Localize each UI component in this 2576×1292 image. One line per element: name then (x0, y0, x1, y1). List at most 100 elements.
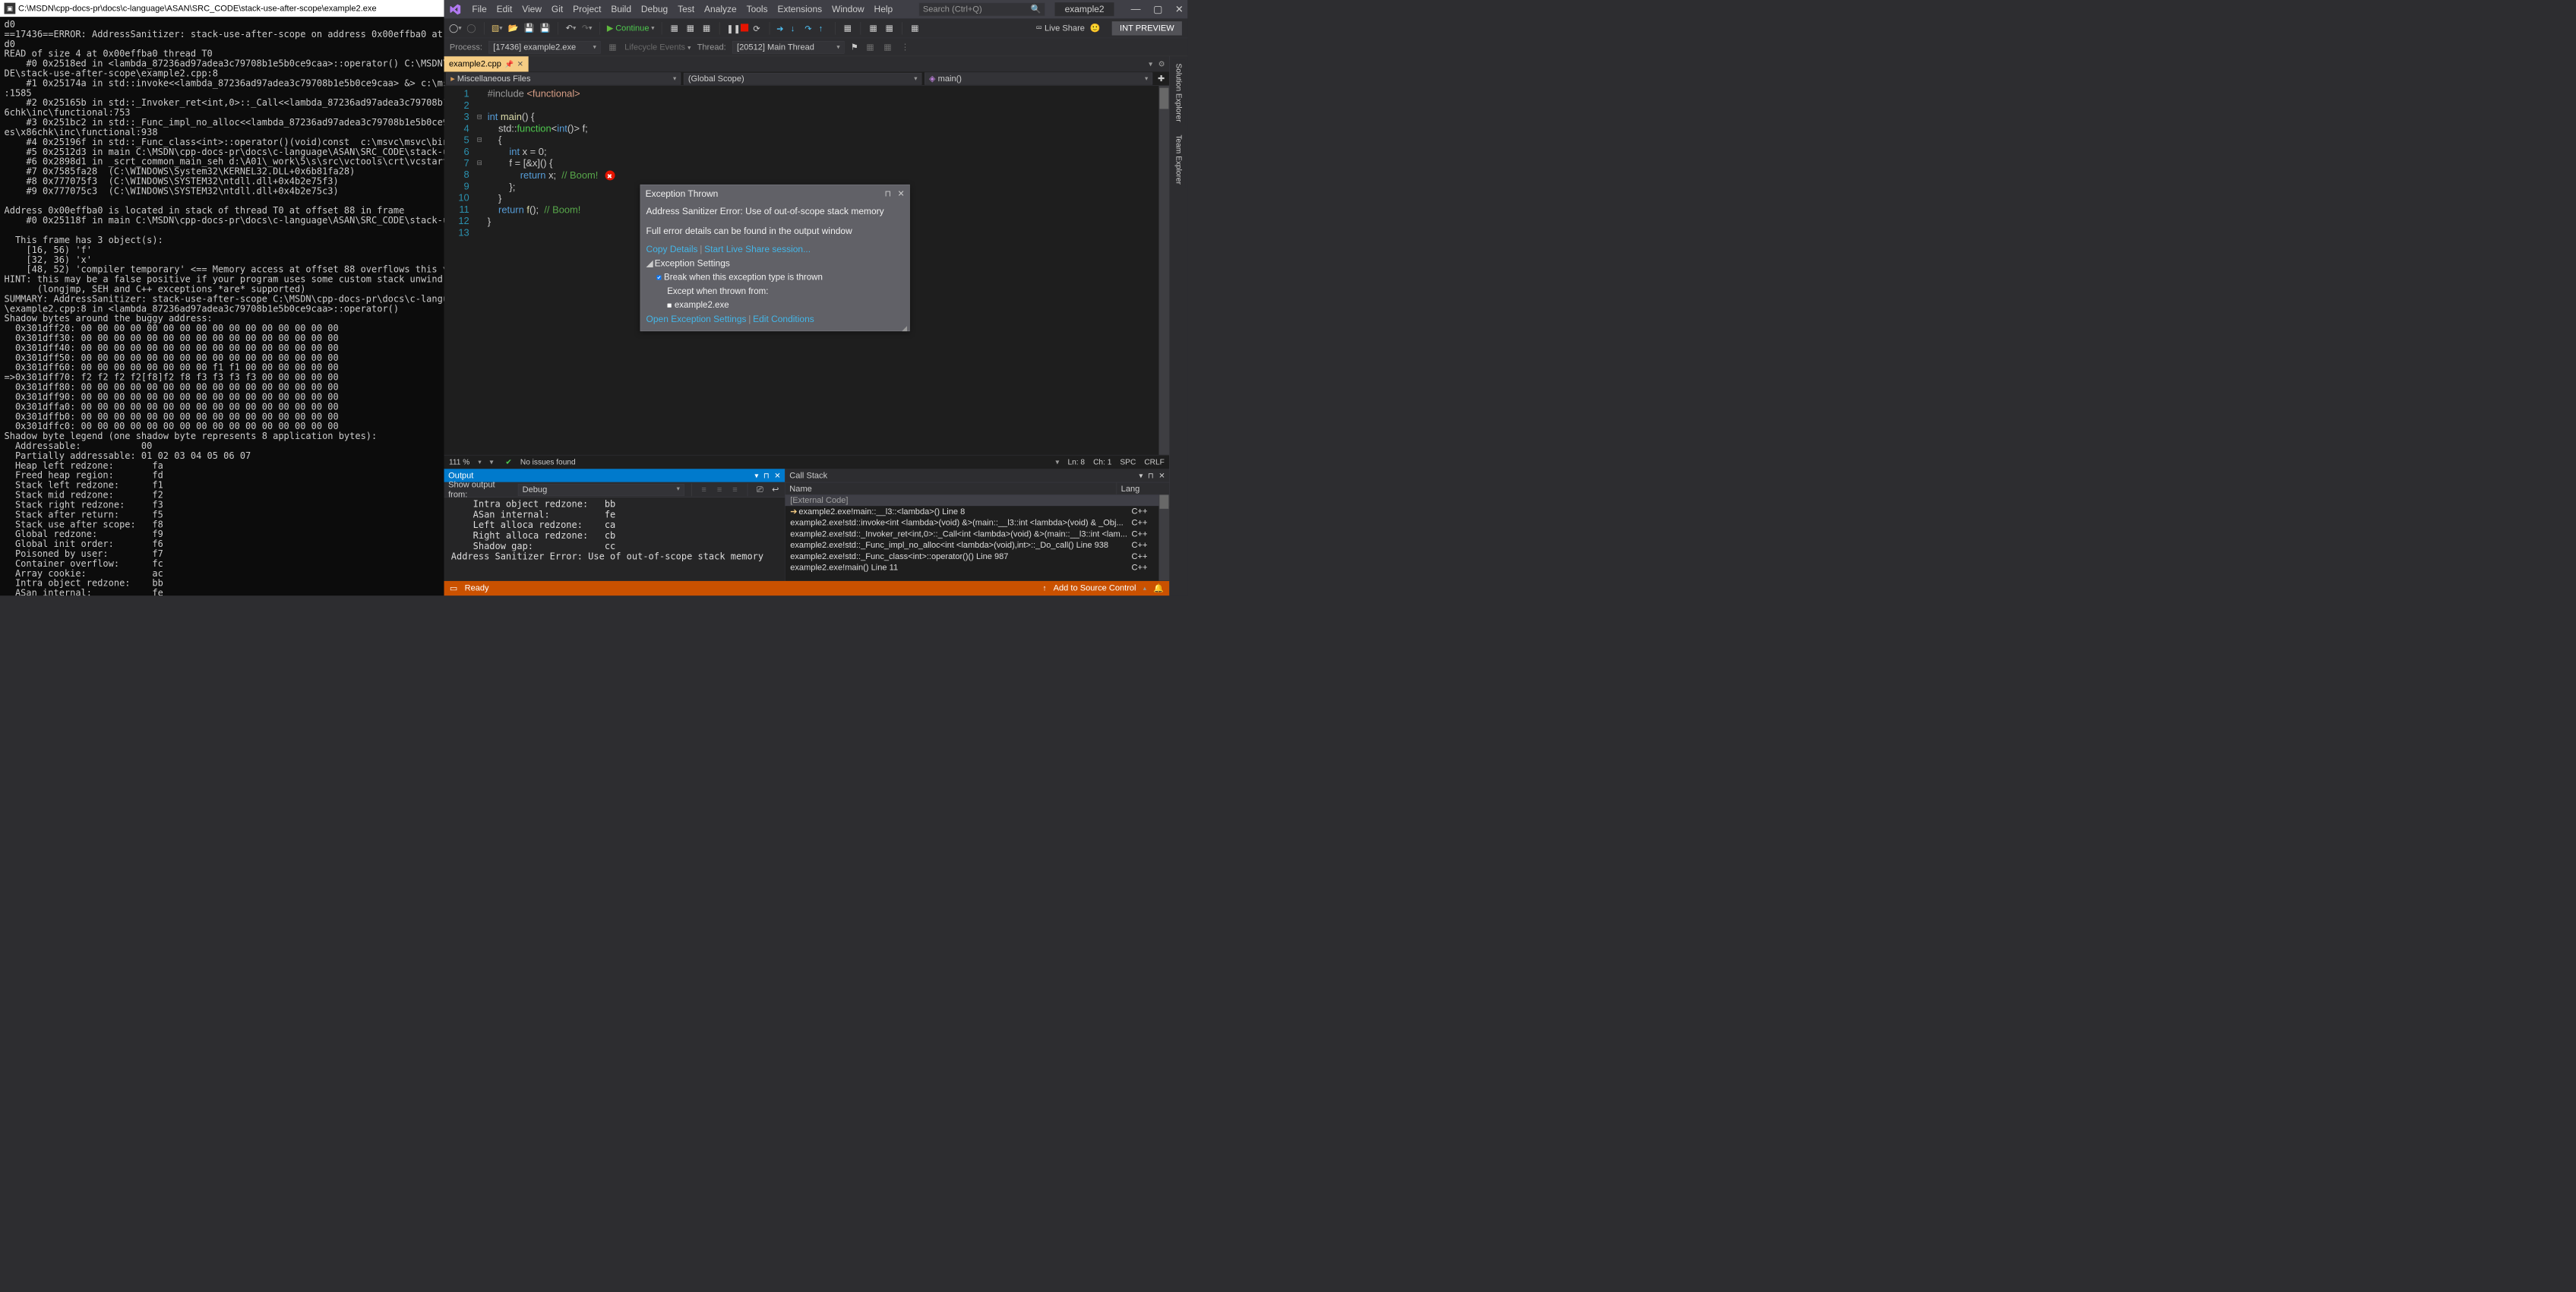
source-control-button[interactable]: Add to Source Control (1054, 583, 1136, 593)
settings-expander-icon[interactable]: ◢ (646, 257, 653, 268)
tab-close-icon[interactable]: ✕ (517, 59, 523, 68)
callstack-row[interactable]: [External Code] (785, 494, 1170, 506)
callstack-row[interactable]: example2.exe!std::invoke<int <lambda>(vo… (785, 517, 1170, 529)
feedback-icon[interactable]: 🙂 (1089, 23, 1101, 34)
crlf-indicator[interactable]: CRLF (1144, 457, 1164, 466)
menu-edit[interactable]: Edit (497, 4, 513, 14)
menu-extensions[interactable]: Extensions (777, 4, 822, 14)
callstack-row[interactable]: ➔example2.exe!main::__l3::<lambda>() Lin… (785, 506, 1170, 517)
restart-icon[interactable]: ⟳ (753, 24, 762, 33)
callstack-row[interactable]: example2.exe!main() Line 11C++ (785, 562, 1170, 573)
menu-build[interactable]: Build (611, 4, 631, 14)
line-indicator[interactable]: Ln: 8 (1067, 457, 1085, 466)
output-pin-icon[interactable]: ⊓ (763, 471, 770, 480)
tool-icon-c[interactable]: ▦ (701, 23, 713, 34)
lifecycle-icon[interactable]: ▦ (607, 42, 618, 53)
menu-file[interactable]: File (472, 4, 486, 14)
status-dropdown-icon[interactable]: ▾ (490, 457, 494, 466)
solution-explorer-tab[interactable]: Solution Explorer (1172, 60, 1186, 125)
nav-files-dropdown[interactable]: ▸ Miscellaneous Files▾ (446, 72, 681, 84)
stack-frame-icon2[interactable]: ▦ (882, 42, 893, 53)
cs-pin-icon[interactable]: ⊓ (1148, 471, 1154, 480)
popup-pin-icon[interactable]: ⊓ (885, 188, 892, 198)
stop-icon[interactable] (741, 24, 748, 31)
output-dropdown-icon[interactable]: ▾ (754, 471, 758, 480)
output-close-icon[interactable]: ✕ (774, 471, 780, 480)
nav-scope-dropdown[interactable]: (Global Scope)▾ (684, 73, 921, 85)
thread-dropdown[interactable]: [20512] Main Thread▾ (732, 41, 845, 54)
cs-dropdown-icon[interactable]: ▾ (1139, 471, 1143, 480)
col-indicator[interactable]: Ch: 1 (1093, 457, 1111, 466)
cs-col-lang[interactable]: Lang (1117, 482, 1158, 494)
callstack-header[interactable]: Call Stack ▾ ⊓ ✕ (785, 469, 1170, 482)
cs-scrollbar[interactable] (1158, 494, 1169, 580)
lifecycle-dropdown[interactable]: Lifecycle Events ▾ (624, 43, 691, 52)
status-dropdown-icon2[interactable]: ▾ (1055, 457, 1059, 466)
undo-icon[interactable]: ↶ (565, 23, 577, 34)
callstack-row[interactable]: example2.exe!std::_Invoker_ret<int,0>::_… (785, 529, 1170, 540)
error-glyph-icon[interactable] (605, 171, 615, 181)
live-share-button[interactable]: ⮹ Live Share (1035, 24, 1085, 33)
process-dropdown[interactable]: [17436] example2.exe▾ (488, 41, 601, 54)
save-all-icon[interactable]: 💾 (539, 23, 551, 34)
exception-popup[interactable]: Exception Thrown ⊓ ✕ Address Sanitizer E… (640, 185, 910, 331)
menu-project[interactable]: Project (573, 4, 601, 14)
tool-icon-g[interactable]: ▦ (909, 23, 921, 34)
editor-scrollbar[interactable] (1158, 86, 1169, 455)
out-tool-c[interactable]: ≡ (730, 484, 741, 495)
issues-text[interactable]: No issues found (520, 457, 576, 466)
callstack-body[interactable]: [External Code]➔example2.exe!main::__l3:… (785, 494, 1170, 580)
step-over-icon[interactable]: ↷ (804, 24, 814, 33)
tool-icon-f[interactable]: ▦ (883, 23, 895, 34)
menu-debug[interactable]: Debug (641, 4, 668, 14)
menu-help[interactable]: Help (874, 4, 893, 14)
menu-analyze[interactable]: Analyze (704, 4, 737, 14)
save-icon[interactable]: 💾 (523, 23, 535, 34)
zoom-level[interactable]: 111 % (449, 457, 469, 466)
out-tool-a[interactable]: ≡ (699, 484, 710, 495)
callstack-row[interactable]: example2.exe!std::_Func_class<int>::oper… (785, 551, 1170, 562)
maximize-icon[interactable]: ▢ (1153, 4, 1162, 15)
cs-close-icon[interactable]: ✕ (1158, 471, 1165, 480)
step-into-icon[interactable]: ↓ (791, 24, 800, 33)
copy-details-link[interactable]: Copy Details (646, 244, 698, 254)
code-editor[interactable]: 12345678910111213 ⊟⊟⊟ #include <function… (444, 86, 1170, 455)
new-project-icon[interactable]: ▧ (491, 23, 503, 34)
except-exe-checkbox[interactable] (667, 303, 672, 308)
notifications-icon[interactable]: 🔔 (1153, 583, 1164, 593)
tool-icon-d[interactable]: ▦ (842, 23, 854, 34)
output-source-dropdown[interactable]: Debug▾ (518, 484, 684, 496)
nav-split-icon[interactable]: ✚ (1155, 73, 1168, 85)
nav-back-icon[interactable]: ◯ (450, 23, 461, 34)
nav-fwd-icon[interactable]: ◯ (466, 23, 477, 34)
start-live-share-link[interactable]: Start Live Share session... (704, 244, 811, 254)
tool-icon-a[interactable]: ▦ (668, 23, 680, 34)
callstack-row[interactable]: example2.exe!std::_Func_impl_no_alloc<in… (785, 539, 1170, 551)
break-checkbox[interactable] (656, 275, 661, 280)
code-body[interactable]: #include <functional> int main() { std::… (483, 86, 615, 455)
open-exception-settings-link[interactable]: Open Exception Settings (646, 314, 747, 324)
int-preview-badge[interactable]: INT PREVIEW (1112, 21, 1182, 35)
redo-icon[interactable]: ↷ (581, 23, 593, 34)
close-icon[interactable]: ✕ (1175, 4, 1184, 15)
cs-col-name[interactable]: Name (785, 482, 1117, 494)
menu-tools[interactable]: Tools (747, 4, 768, 14)
flag-icon[interactable]: ⚑ (851, 42, 858, 52)
step-out-icon[interactable]: ↑ (819, 24, 828, 33)
console-output[interactable]: d0 ==17436==ERROR: AddressSanitizer: sta… (0, 17, 444, 595)
spc-indicator[interactable]: SPC (1120, 457, 1136, 466)
stack-frame-icon[interactable]: ▦ (864, 42, 876, 53)
pause-icon[interactable]: ❚❚ (726, 24, 735, 33)
thread-icon[interactable]: ⋮ (899, 42, 911, 53)
menu-test[interactable]: Test (678, 4, 694, 14)
pin-icon[interactable]: 📌 (505, 60, 514, 69)
tool-icon-b[interactable]: ▦ (685, 23, 697, 34)
out-wrap-icon[interactable]: ↩ (770, 484, 781, 495)
out-tool-b[interactable]: ≡ (714, 484, 725, 495)
nav-func-dropdown[interactable]: ◈ main()▾ (925, 72, 1152, 84)
open-icon[interactable]: 📂 (507, 23, 519, 34)
team-explorer-tab[interactable]: Team Explorer (1172, 131, 1186, 188)
show-next-icon[interactable]: ➔ (776, 24, 785, 33)
minimize-icon[interactable]: ― (1131, 4, 1141, 15)
fold-column[interactable]: ⊟⊟⊟ (476, 86, 483, 455)
